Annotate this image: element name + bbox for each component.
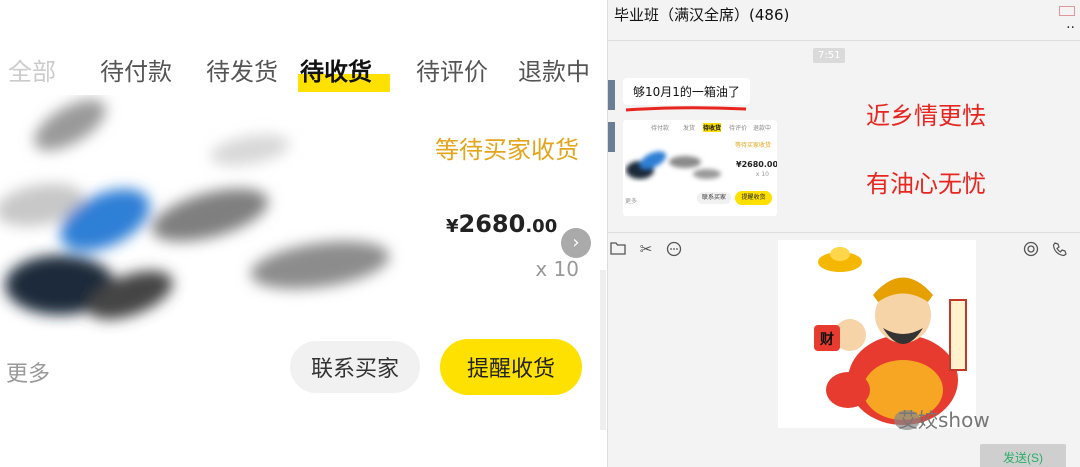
tab-pending-review[interactable]: 待评价 (416, 52, 488, 87)
more-link[interactable]: 更多 (6, 356, 50, 388)
remind-receipt-button[interactable]: 提醒收货 (440, 339, 582, 395)
thumb-contact-button: 联系买家 (697, 192, 731, 204)
sticker-illustration: 财 (814, 247, 967, 425)
thumb-status: 等待买家收货 (734, 142, 771, 149)
watermark: 艾姣show (898, 408, 990, 432)
price-cents: .00 (525, 216, 558, 237)
chat-title: 毕业班（满汉全席）(486) (614, 6, 790, 24)
thumb-tab: 待评价 (729, 125, 748, 132)
scissors-icon[interactable]: ✂ (638, 241, 654, 257)
caption-line-1: 近乡情更怯 (866, 102, 986, 130)
window-control-icon[interactable] (1059, 6, 1075, 16)
caption-line-2: 有油心无忧 (866, 170, 986, 198)
blurred-product-image (0, 99, 390, 320)
scroll-edge (600, 270, 606, 430)
tab-pending-receipt[interactable]: 待收货 (300, 52, 372, 87)
chat-window: 毕业班（满汉全席）(486) .. 7:51 够10月1的一箱油了 待付款 发货… (607, 0, 1080, 467)
send-button[interactable]: 发送(S) (980, 444, 1066, 467)
avatar[interactable] (608, 122, 615, 152)
order-price: ¥2680.00 (446, 210, 557, 238)
order-quantity: x 10 (535, 257, 579, 281)
red-underline-mark (625, 106, 747, 112)
tab-pending-shipment[interactable]: 待发货 (206, 52, 278, 87)
thumb-tab: 待付款 (651, 125, 670, 132)
chat-bubble-icon[interactable] (666, 241, 682, 257)
target-icon[interactable] (1023, 241, 1039, 257)
thumb-tab: 发货 (683, 125, 696, 132)
tab-refunding[interactable]: 退款中 (518, 52, 590, 87)
thumb-quantity: x 10 (755, 171, 769, 178)
thumb-tab-active: 待收货 (703, 123, 722, 132)
thumb-price: ¥2680.00 (736, 160, 777, 169)
thumb-tab: 退款中 (753, 125, 772, 132)
tab-all[interactable]: 全部 (8, 52, 56, 87)
chevron-right-icon[interactable]: › (561, 228, 591, 258)
price-integer: 2680 (458, 210, 526, 238)
contact-buyer-button[interactable]: 联系买家 (290, 341, 420, 393)
chat-header: 毕业班（满汉全席）(486) .. (608, 0, 1080, 41)
avatar[interactable] (608, 80, 615, 110)
thumb-more: 更多 (625, 198, 638, 205)
thumb-blurred-image (626, 151, 721, 179)
order-screenshot: 全部 待付款 待发货 待收货 待评价 退款中 等待买家收货 ¥2680.00 x… (0, 0, 607, 467)
god-of-wealth-sticker: 财 (778, 240, 976, 428)
folder-icon[interactable] (610, 241, 626, 257)
phone-icon[interactable] (1052, 241, 1068, 257)
thumb-remind-button: 提醒收货 (735, 191, 772, 205)
message-bubble[interactable]: 够10月1的一箱油了 (623, 78, 750, 105)
more-options-icon[interactable]: .. (1066, 16, 1075, 32)
order-tabs: 全部 待付款 待发货 待收货 待评价 退款中 (0, 52, 607, 96)
tab-pending-payment[interactable]: 待付款 (100, 52, 172, 87)
price-currency: ¥ (446, 216, 459, 237)
message-timestamp: 7:51 (813, 48, 846, 63)
order-status: 等待买家收货 (435, 136, 579, 164)
image-message-thumbnail[interactable]: 待付款 发货 待收货 待评价 退款中 等待买家收货 ¥2680.00 x 10 … (623, 120, 777, 216)
sticker-char: 财 (819, 331, 834, 348)
